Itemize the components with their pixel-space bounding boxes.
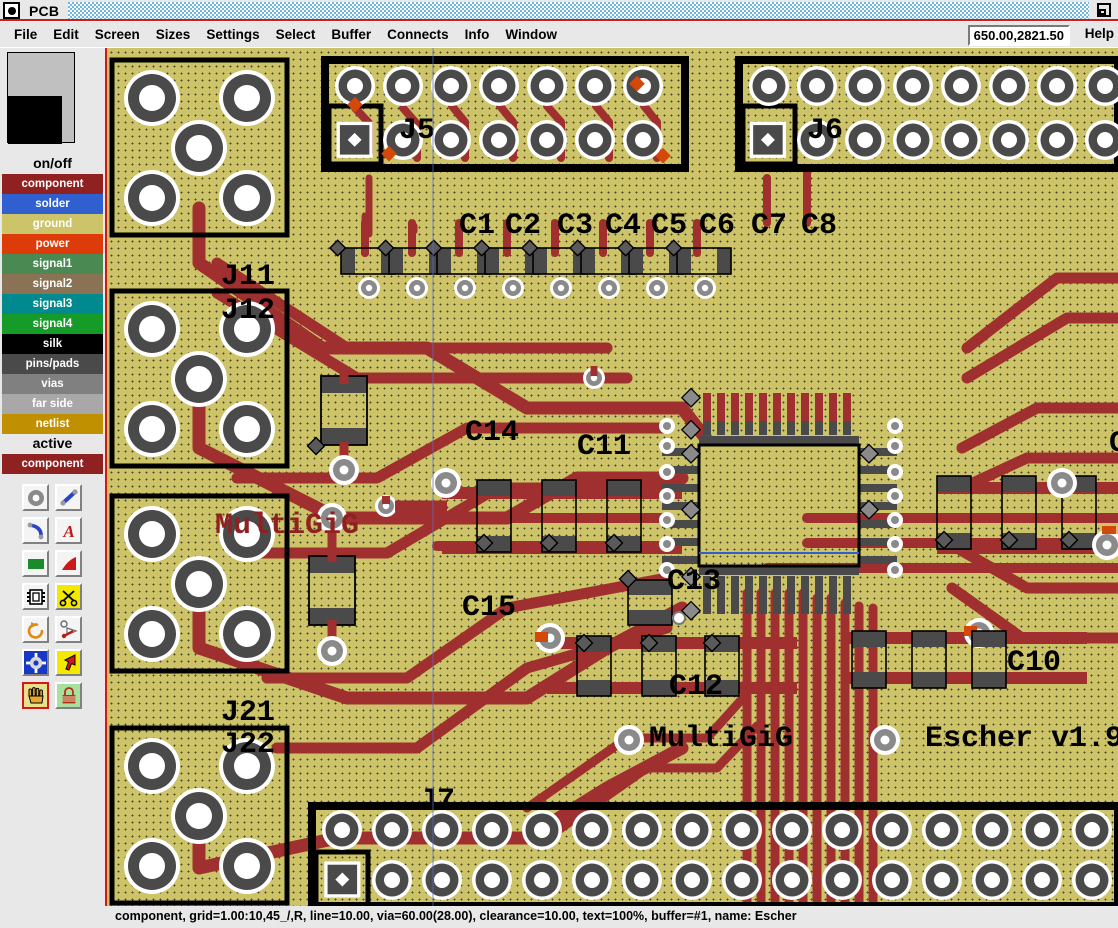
pcb-canvas[interactable]: J5 J6 C1 C2 C3 C4 C5 C6 C7 C8 J11J12 C14 C11 C9 C13 C15…: [107, 48, 1118, 906]
arrow-tool[interactable]: [55, 649, 82, 676]
menu-settings[interactable]: Settings: [198, 25, 267, 44]
silk-label: C15: [462, 591, 516, 625]
silk-label: C8: [801, 209, 837, 243]
pan-tool[interactable]: [22, 682, 49, 709]
menu-help[interactable]: Help: [1085, 26, 1114, 41]
silk-label: J5: [399, 114, 435, 148]
menu-sizes[interactable]: Sizes: [148, 25, 199, 44]
svg-text:A: A: [62, 522, 74, 541]
silk-label: J12: [221, 294, 275, 328]
silk-label: C1: [459, 209, 495, 243]
silk-label: J7: [419, 784, 455, 818]
pcb-canvas-frame[interactable]: J5 J6 C1 C2 C3 C4 C5 C6 C7 C8 J11J12 C14 C11 C9 C13 C15…: [105, 48, 1118, 906]
rectangle-tool[interactable]: [22, 550, 49, 577]
restore-window-icon[interactable]: [1095, 2, 1114, 19]
silk-label: J21: [221, 696, 275, 730]
menu-screen[interactable]: Screen: [87, 25, 148, 44]
layer-signal3[interactable]: signal3: [2, 294, 103, 314]
cursor-coordinates: 650.00,2821.50: [967, 25, 1070, 46]
layer-netlist[interactable]: netlist: [2, 414, 103, 434]
title-bar: PCB: [0, 0, 1118, 21]
layer-vias[interactable]: vias: [2, 374, 103, 394]
arc-tool[interactable]: [22, 517, 49, 544]
pcb-artwork: J5 J6 C1 C2 C3 C4 C5 C6 C7 C8 J11J12 C14 C11 C9 C13 C15…: [109, 48, 1118, 906]
silk-label: C11: [577, 430, 631, 464]
silk-label: C6: [699, 209, 735, 243]
status-text: component, grid=1.00:10,45_/,R, line=10.…: [115, 909, 797, 923]
title-bar-drag-stripe[interactable]: [68, 2, 1089, 19]
menu-window[interactable]: Window: [497, 25, 565, 44]
board-text-component: MultiGiG: [215, 509, 359, 543]
buffer-tool[interactable]: [22, 583, 49, 610]
layer-ground[interactable]: ground: [2, 214, 103, 234]
insert-point-tool[interactable]: [22, 649, 49, 676]
silk-label: C7: [751, 209, 787, 243]
via-tool[interactable]: [22, 484, 49, 511]
active-layer-component[interactable]: component: [2, 454, 103, 474]
silk-label: C9: [1109, 427, 1118, 461]
panner-gutter: [75, 52, 98, 143]
layer-silk[interactable]: silk: [2, 334, 103, 354]
board-text-silk: MultiGiG: [649, 722, 793, 756]
silk-label: C14: [465, 416, 519, 450]
menu-connects[interactable]: Connects: [379, 25, 457, 44]
thermal-tool[interactable]: [55, 616, 82, 643]
layer-power[interactable]: power: [2, 234, 103, 254]
onoff-heading: on/off: [2, 154, 103, 173]
layer-signal1[interactable]: signal1: [2, 254, 103, 274]
layer-pins-pads[interactable]: pins/pads: [2, 354, 103, 374]
layer-signal2[interactable]: signal2: [2, 274, 103, 294]
active-heading: active: [2, 434, 103, 453]
silk-label: J11: [221, 260, 275, 294]
menu-buffer[interactable]: Buffer: [323, 25, 379, 44]
board-text-silk: Escher v1.95a: [925, 722, 1118, 756]
lock-tool[interactable]: [55, 682, 82, 709]
delete-tool[interactable]: [55, 583, 82, 610]
view-panner[interactable]: [7, 52, 75, 144]
silk-label: C2: [505, 209, 541, 243]
layer-component[interactable]: component: [2, 174, 103, 194]
silk-label: J22: [221, 728, 275, 762]
menu-file[interactable]: File: [6, 25, 45, 44]
title-bar-rule: [0, 19, 1118, 21]
menu-info[interactable]: Info: [457, 25, 498, 44]
silk-label: C10: [1007, 646, 1061, 680]
menu-edit[interactable]: Edit: [45, 25, 87, 44]
layer-sidebar: on/off component solder ground power sig…: [0, 48, 105, 906]
silk-label: C4: [605, 209, 641, 243]
status-bar: component, grid=1.00:10,45_/,R, line=10.…: [0, 906, 1118, 928]
text-tool[interactable]: A: [55, 517, 82, 544]
rotate-tool[interactable]: [22, 616, 49, 643]
window-title: PCB: [29, 2, 60, 19]
polygon-tool[interactable]: [55, 550, 82, 577]
layer-signal4[interactable]: signal4: [2, 314, 103, 334]
app-icon[interactable]: [3, 2, 20, 19]
silk-label: C12: [669, 670, 723, 704]
layer-far-side[interactable]: far side: [2, 394, 103, 414]
menu-select[interactable]: Select: [268, 25, 324, 44]
layer-solder[interactable]: solder: [2, 194, 103, 214]
silk-label: C5: [651, 209, 687, 243]
silk-label: J6: [807, 114, 843, 148]
line-tool[interactable]: [55, 484, 82, 511]
silk-label: C13: [667, 565, 721, 599]
silk-label: C3: [557, 209, 593, 243]
menu-bar: File Edit Screen Sizes Settings Select B…: [0, 22, 1118, 47]
